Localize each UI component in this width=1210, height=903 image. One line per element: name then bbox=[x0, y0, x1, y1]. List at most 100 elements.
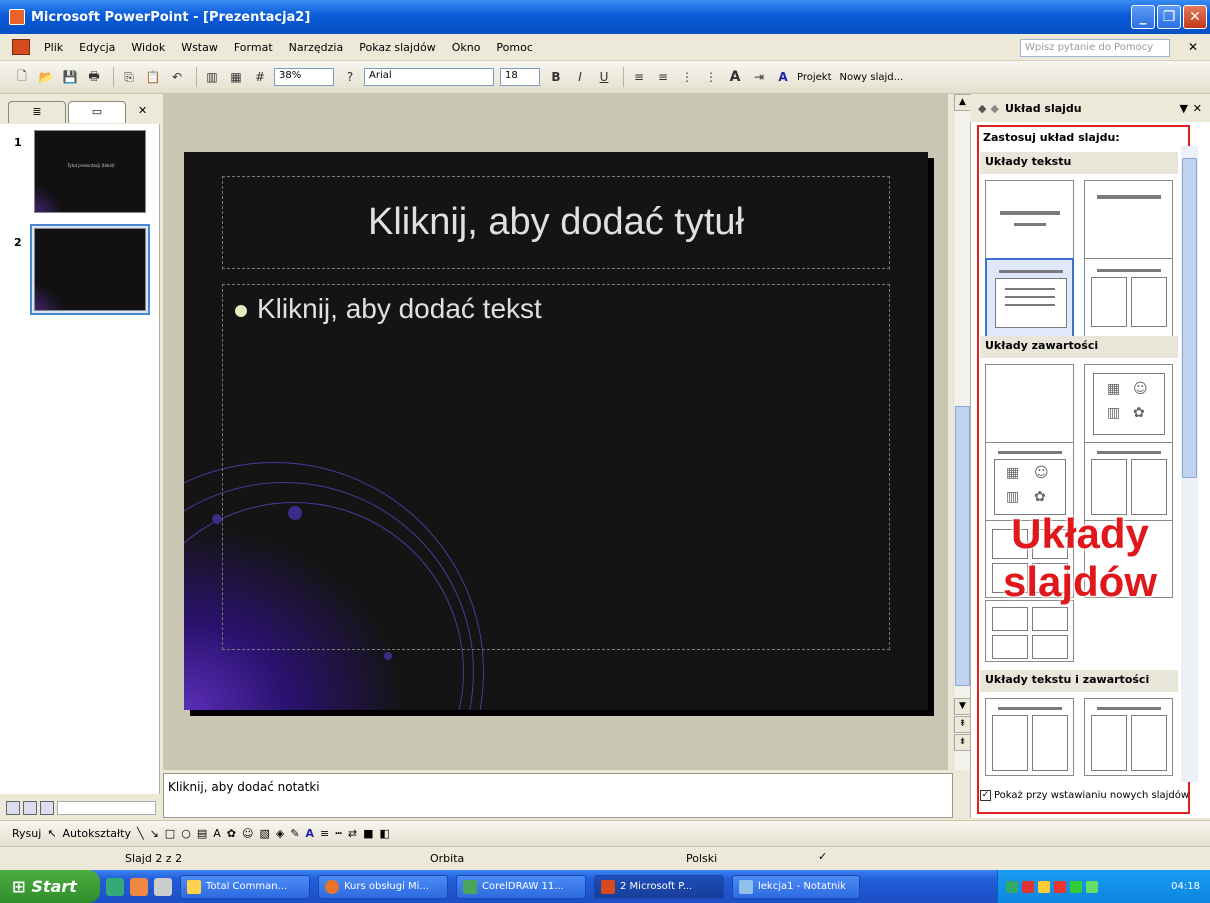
draw-menu-button[interactable]: Rysuj bbox=[12, 827, 41, 840]
slide-sorter-icon[interactable] bbox=[23, 801, 37, 815]
undo-icon[interactable]: ↶ bbox=[167, 67, 187, 87]
notes-pane[interactable]: Kliknij, aby dodać notatki bbox=[163, 773, 953, 818]
quicklaunch-icon[interactable] bbox=[154, 877, 172, 896]
menu-edit[interactable]: Edycja bbox=[71, 41, 123, 54]
clock[interactable]: 04:18 bbox=[1171, 881, 1200, 892]
font-size-select[interactable]: 18 bbox=[500, 68, 540, 86]
normal-view-icon[interactable] bbox=[6, 801, 20, 815]
quicklaunch-icon[interactable] bbox=[106, 877, 124, 896]
close-pane-icon[interactable]: ✕ bbox=[138, 104, 147, 117]
body-placeholder[interactable]: Kliknij, aby dodać tekst bbox=[222, 284, 890, 650]
start-button[interactable]: ⊞ Start bbox=[0, 870, 100, 903]
layout-title-two-columns[interactable] bbox=[1084, 258, 1173, 338]
task-coreldraw[interactable]: CorelDRAW 11... bbox=[456, 874, 586, 899]
increase-font-icon[interactable]: A bbox=[725, 67, 745, 87]
task-pane-menu-icon[interactable]: ▼ bbox=[1180, 102, 1188, 115]
scrollbar-thumb[interactable] bbox=[955, 406, 970, 686]
tray-icon[interactable] bbox=[1038, 880, 1050, 893]
slideshow-view-icon[interactable] bbox=[40, 801, 54, 815]
quicklaunch-icon[interactable] bbox=[130, 877, 148, 896]
design-button[interactable]: Projekt bbox=[797, 72, 832, 83]
task-notepad[interactable]: lekcja1 - Notatnik bbox=[732, 874, 860, 899]
line-style-icon[interactable]: ≡ bbox=[320, 827, 329, 840]
help-icon[interactable]: ? bbox=[340, 67, 360, 87]
textbox-icon[interactable]: ▤ bbox=[197, 827, 207, 840]
font-name-select[interactable]: Arial bbox=[364, 68, 494, 86]
indent-icon[interactable]: ⇥ bbox=[749, 67, 769, 87]
menu-file[interactable]: Plik bbox=[36, 41, 71, 54]
rectangle-icon[interactable]: □ bbox=[165, 827, 175, 840]
tab-slides[interactable]: ▭ bbox=[68, 101, 126, 123]
spelling-icon[interactable]: ✓ bbox=[818, 850, 827, 863]
layout-four-content[interactable] bbox=[985, 600, 1074, 662]
oval-icon[interactable]: ○ bbox=[181, 827, 191, 840]
layout-title-and-text[interactable] bbox=[985, 258, 1074, 338]
numbering-icon[interactable]: ⋮ bbox=[677, 67, 697, 87]
help-search-input[interactable]: Wpisz pytanie do Pomocy bbox=[1020, 39, 1170, 57]
menu-format[interactable]: Format bbox=[226, 41, 281, 54]
layout-title-slide[interactable] bbox=[985, 180, 1074, 260]
font-color-icon[interactable]: A bbox=[773, 67, 793, 87]
line-icon[interactable]: ╲ bbox=[137, 827, 144, 840]
open-icon[interactable]: 📂 bbox=[36, 67, 56, 87]
tray-icon[interactable] bbox=[1022, 880, 1034, 893]
bold-icon[interactable]: B bbox=[546, 67, 566, 87]
menu-slideshow[interactable]: Pokaz slajdów bbox=[351, 41, 443, 54]
autoshapes-menu-button[interactable]: Autokształty bbox=[63, 827, 131, 840]
picture-icon[interactable]: ▧ bbox=[259, 827, 269, 840]
scroll-down-icon[interactable]: ▼ bbox=[954, 698, 971, 715]
slide-thumbnail-2-selection[interactable] bbox=[30, 224, 150, 315]
scrollbar-thumb[interactable] bbox=[1182, 158, 1197, 478]
maximize-button[interactable]: ❐ bbox=[1157, 5, 1181, 29]
title-placeholder[interactable]: Kliknij, aby dodać tytuł bbox=[222, 176, 890, 269]
tray-icon[interactable] bbox=[1054, 880, 1066, 893]
print-icon[interactable]: 🖶 bbox=[84, 67, 104, 87]
close-document-icon[interactable]: ✕ bbox=[1188, 40, 1198, 54]
back-icon[interactable]: ◆ bbox=[978, 102, 986, 115]
line-color-icon[interactable]: ✎ bbox=[290, 827, 299, 840]
italic-icon[interactable]: I bbox=[570, 67, 590, 87]
checkbox-icon[interactable]: ✓ bbox=[980, 790, 991, 801]
scroll-up-icon[interactable]: ▲ bbox=[954, 94, 971, 111]
task-pane-close-icon[interactable]: ✕ bbox=[1193, 102, 1202, 115]
slide-vertical-scrollbar[interactable]: ▲ ▼ ⇞ ⇟ bbox=[953, 94, 971, 770]
layout-text-and-content[interactable] bbox=[985, 698, 1074, 776]
task-powerpoint[interactable]: 2 Microsoft P... bbox=[594, 874, 724, 899]
new-icon[interactable]: 🗋 bbox=[12, 67, 32, 87]
forward-icon[interactable]: ◆ bbox=[990, 102, 998, 115]
task-firefox[interactable]: Kurs obsługi Mi... bbox=[318, 874, 448, 899]
tray-icon[interactable] bbox=[1070, 880, 1082, 893]
fill-color-icon[interactable]: ◈ bbox=[276, 827, 284, 840]
insert-chart-icon[interactable]: ▥ bbox=[202, 67, 222, 87]
clipart-icon[interactable]: ☺ bbox=[242, 827, 253, 840]
horizontal-scrollbar[interactable] bbox=[57, 801, 156, 815]
3d-icon[interactable]: ◧ bbox=[380, 827, 390, 840]
paste-icon[interactable]: 📋 bbox=[143, 67, 163, 87]
task-pane-scrollbar[interactable] bbox=[1181, 146, 1198, 782]
underline-icon[interactable]: U bbox=[594, 67, 614, 87]
slide-thumbnail-2[interactable] bbox=[34, 228, 146, 311]
document-icon[interactable] bbox=[12, 39, 30, 55]
show-on-insert-option[interactable]: ✓ Pokaż przy wstawianiu nowych slajdów bbox=[980, 790, 1189, 801]
powerpoint-app-icon[interactable] bbox=[9, 9, 25, 25]
grid-icon[interactable]: # bbox=[250, 67, 270, 87]
tray-icon[interactable] bbox=[1006, 880, 1018, 893]
previous-slide-icon[interactable]: ⇞ bbox=[954, 716, 971, 733]
align-left-icon[interactable]: ≡ bbox=[629, 67, 649, 87]
zoom-select[interactable]: 38% bbox=[274, 68, 334, 86]
wordart-icon[interactable]: A bbox=[213, 827, 221, 840]
slide-thumbnail-1[interactable]: Tytuł prezentacji (tekst) bbox=[34, 130, 146, 213]
select-arrow-icon[interactable]: ↖ bbox=[47, 827, 56, 840]
menu-insert[interactable]: Wstaw bbox=[173, 41, 226, 54]
arrow-style-icon[interactable]: ⇄ bbox=[348, 827, 357, 840]
menu-view[interactable]: Widok bbox=[123, 41, 173, 54]
menu-tools[interactable]: Narzędzia bbox=[281, 41, 352, 54]
tray-icon[interactable] bbox=[1086, 880, 1098, 893]
minimize-button[interactable]: _ bbox=[1131, 5, 1155, 29]
layout-content-and-text[interactable] bbox=[1084, 698, 1173, 776]
tab-outline[interactable]: ≣ bbox=[8, 101, 66, 123]
arrow-icon[interactable]: ↘ bbox=[150, 827, 159, 840]
font-color-icon[interactable]: A bbox=[306, 827, 315, 840]
diagram-icon[interactable]: ✿ bbox=[227, 827, 236, 840]
save-icon[interactable]: 💾 bbox=[60, 67, 80, 87]
